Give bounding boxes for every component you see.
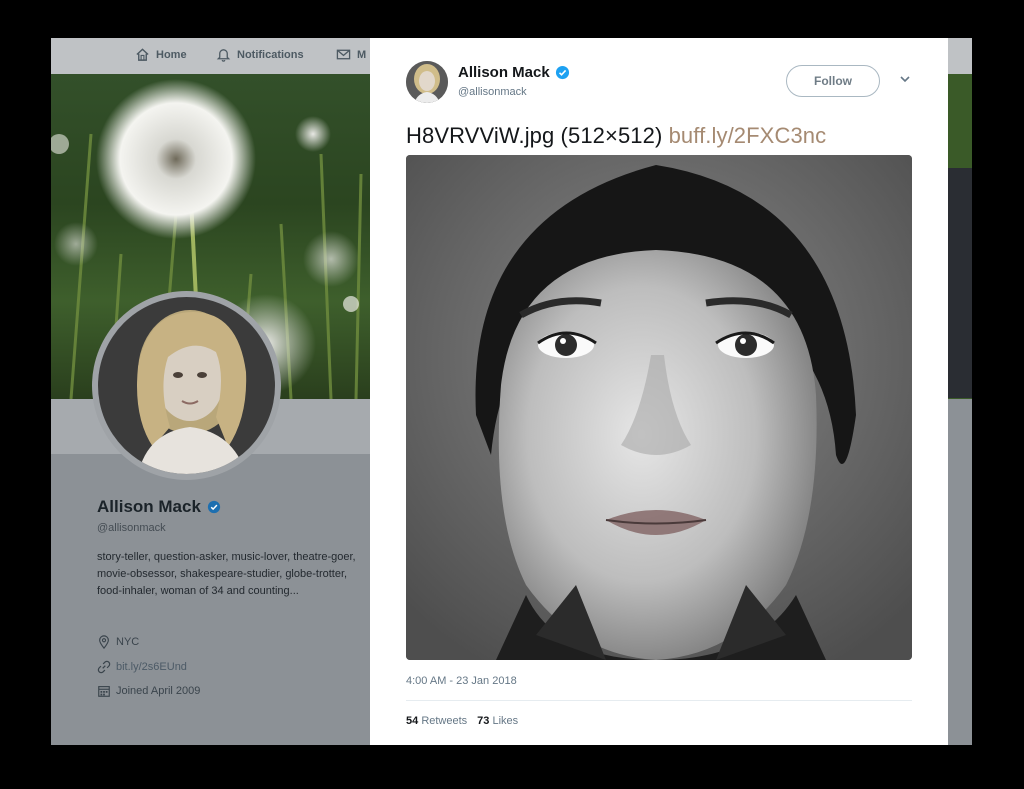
nav-home-label: Home xyxy=(156,48,187,61)
nav-home[interactable]: Home xyxy=(135,47,187,62)
chevron-down-icon[interactable] xyxy=(898,72,912,86)
verified-badge-icon xyxy=(207,500,221,514)
tweet-text-main: H8VRVViW.jpg (512×512) xyxy=(406,123,669,148)
retweets-count: 54 xyxy=(406,715,419,727)
calendar-icon xyxy=(98,686,110,697)
profile-name-text: Allison Mack xyxy=(97,497,201,516)
profile-link[interactable]: bit.ly/2s6EUnd xyxy=(97,660,187,674)
avatar-photo xyxy=(98,297,275,474)
tweet-timestamp[interactable]: 4:00 AM - 23 Jan 2018 xyxy=(406,675,517,687)
profile-avatar[interactable] xyxy=(92,291,281,480)
profile-bio: story-teller, question-asker, music-love… xyxy=(97,551,356,597)
mail-icon xyxy=(336,49,351,60)
link-icon xyxy=(97,660,111,674)
nav-messages-label: M xyxy=(357,48,367,61)
background-right-shadow xyxy=(946,168,972,398)
profile-name: Allison Mack xyxy=(97,497,221,517)
tweet-author-name[interactable]: Allison Mack xyxy=(458,64,570,81)
home-icon xyxy=(136,48,149,61)
tweet-author-name-text[interactable]: Allison Mack xyxy=(458,64,550,81)
profile-link-text[interactable]: bit.ly/2s6EUnd xyxy=(116,661,187,673)
browser-frame: Home Notifications M Allison Mack @allis… xyxy=(51,38,972,745)
tweet-author-handle[interactable]: @allisonmack xyxy=(458,86,527,98)
nav-notifications-label: Notifications xyxy=(237,48,304,61)
likes-count: 73 xyxy=(477,715,490,727)
retweets-label: Retweets xyxy=(421,715,468,727)
tweet-stats: 54 Retweets 73 Likes xyxy=(406,715,518,727)
follow-button[interactable]: Follow xyxy=(786,65,880,97)
likes-label: Likes xyxy=(492,715,519,727)
tweet-text: H8VRVViW.jpg (512×512) buff.ly/2FXC3nc xyxy=(406,123,826,149)
profile-location-text: NYC xyxy=(116,636,140,648)
profile-handle: @allisonmack xyxy=(97,522,166,534)
tweet-media-image[interactable] xyxy=(406,155,912,660)
profile-location: NYC xyxy=(97,635,139,649)
tweet-modal: Allison Mack @allisonmack Follow H8VRVVi… xyxy=(370,38,948,745)
nav-messages[interactable]: M xyxy=(336,47,366,62)
tweet-link[interactable]: buff.ly/2FXC3nc xyxy=(669,123,827,148)
location-icon xyxy=(99,635,109,649)
retweets-stat[interactable]: 54 Retweets xyxy=(406,715,467,727)
likes-stat[interactable]: 73 Likes xyxy=(477,715,518,727)
nav-notifications[interactable]: Notifications xyxy=(216,47,304,62)
background-right-column xyxy=(948,399,972,745)
verified-badge-icon xyxy=(555,65,569,80)
portrait-photo xyxy=(406,155,912,660)
tweet-avatar-photo xyxy=(406,61,448,103)
bell-icon xyxy=(216,49,231,62)
tweet-author-avatar[interactable] xyxy=(406,61,448,103)
profile-joined-text: Joined April 2009 xyxy=(116,685,201,697)
divider xyxy=(406,700,912,701)
profile-joined: Joined April 2009 xyxy=(97,684,200,698)
